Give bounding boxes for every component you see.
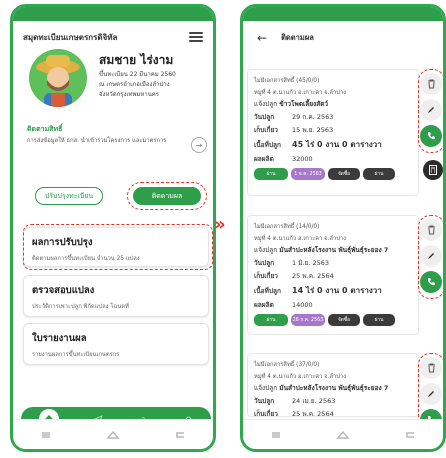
highlight-actions-2 <box>418 215 443 299</box>
purchase-chip: จัดซื้อ <box>328 314 360 326</box>
pass-chip: ผ่าน <box>363 168 395 180</box>
calculator-icon[interactable] <box>423 160 443 180</box>
area-row: เนื้อที่ปลูก 14 ไร่ 0 งาน 0 ตารางวา <box>254 286 382 295</box>
plant-date-row: วันปลูก 1 มิ.ย. 2563 <box>254 259 330 267</box>
status-chip: ผ่าน <box>254 168 288 180</box>
plot-crop-line: แจ้งปลูก ข้าวโพดเลี้ยงสัตว์ <box>254 100 329 108</box>
plot-doc: ไม่มีเอกสารสิทธิ์ (14/0/0) <box>254 224 320 230</box>
status-chips: ผ่าน 28 ก.ค. 2563 จัดซื้อ ผ่าน <box>254 314 412 326</box>
status-chip: ผ่าน <box>254 314 288 326</box>
card-title: ใบรายงานผล <box>32 333 87 344</box>
page-title: ติดตามผล <box>281 33 314 42</box>
card-check-plots[interactable]: ตรวจสอบแปลง ประวัติการเพาะปลูก พิกัดแปลง… <box>23 275 209 317</box>
app-header: สมุดทะเบียนเกษตรกรดิจิทัล <box>23 27 203 47</box>
right-phone-screen: ← ติดตามผล ไม่มีเอกสารสิทธิ์ (45/0/0) หม… <box>240 4 446 452</box>
plot-crop-line: แจ้งปลูก มันสำปะหลังโรงงาน พันธุ์พันธุ์ร… <box>254 384 389 392</box>
harvest-date-row: เก็บเกี่ยว 25 พ.ค. 2564 <box>254 410 334 417</box>
arrow-right-icon[interactable]: → <box>191 137 207 153</box>
status-bar <box>13 7 213 21</box>
recent-apps-icon[interactable] <box>267 428 285 442</box>
date-chip: 28 ก.ค. 2563 <box>291 314 325 326</box>
home-nav-icon[interactable] <box>104 428 122 442</box>
harvest-date-row: เก็บเกี่ยว 15 พ.ย. 2563 <box>254 126 334 134</box>
card-desc: ประวัติการเพาะปลูก พิกัดแปลง โฉนดที่ <box>32 304 129 310</box>
tracking-header: ← ติดตามผล <box>243 27 443 49</box>
system-nav-bar <box>243 419 443 449</box>
plot-address: หมู่ที่ 4 ต.นาแก้ว อ.เกาะคา จ.ลำปาง <box>254 90 346 96</box>
plot-doc: ไม่มีเอกสารสิทธิ์ (45/0/0) <box>254 78 320 84</box>
rights-tracking-title: ติดตามสิทธิ์ <box>27 125 63 133</box>
rights-tracking-desc: การส่งข้อมูลให้ ธกส. นำเข้าร่วมโครงการ แ… <box>27 138 167 144</box>
back-nav-icon[interactable] <box>171 428 189 442</box>
plant-date-row: วันปลูก 24 เม.ย. 2563 <box>254 397 336 405</box>
plot-address: หมู่ที่ 4 ต.นาแก้ว อ.เกาะคา จ.ลำปาง <box>254 374 346 380</box>
highlight-update-card <box>23 224 213 270</box>
plot-crop-line: แจ้งปลูก มันสำปะหลังโรงงาน พันธุ์พันธุ์ร… <box>254 246 389 254</box>
home-nav-icon[interactable] <box>334 428 352 442</box>
yield-row: ผลผลิต 32000 <box>254 155 313 163</box>
farmer-avatar <box>29 49 87 107</box>
app-title: สมุดทะเบียนเกษตรกรดิจิทัล <box>23 32 118 42</box>
area-row: เนื้อที่ปลูก 45 ไร่ 0 งาน 0 ตารางวา <box>254 140 382 149</box>
plot-doc: ไม่มีเอกสารสิทธิ์ (37/0/0) <box>254 362 320 368</box>
plot-card-3[interactable]: ไม่มีเอกสารสิทธิ์ (37/0/0) หมู่ที่ 4 ต.น… <box>247 353 419 417</box>
harvest-date-row: เก็บเกี่ยว 25 พ.ค. 2564 <box>254 272 334 280</box>
card-desc: รายงานผลการขึ้นทะเบียนเกษตรกร <box>32 352 120 358</box>
yield-row: ผลผลิต 14000 <box>254 301 313 309</box>
status-chips: ผ่าน 1 ธ.ค. 2563 จัดซื้อ ผ่าน <box>254 168 412 180</box>
card-report[interactable]: ใบรายงานผล รายงานผลการขึ้นทะเบียนเกษตรกร <box>23 323 209 365</box>
farm-province: จังหวัดกรุงเทพมหานคร <box>99 91 160 98</box>
date-chip: 1 ธ.ค. 2563 <box>291 168 325 180</box>
pass-chip: ผ่าน <box>363 314 395 326</box>
plot-card-2[interactable]: ไม่มีเอกสารสิทธิ์ (14/0/0) หมู่ที่ 4 ต.น… <box>247 215 419 335</box>
back-nav-icon[interactable] <box>401 428 419 442</box>
highlight-track-button <box>127 182 207 210</box>
plot-address: หมู่ที่ 4 ต.นาแก้ว อ.เกาะคา จ.ลำปาง <box>254 236 346 242</box>
plot-card-1[interactable]: ไม่มีเอกสารสิทธิ์ (45/0/0) หมู่ที่ 4 ต.น… <box>247 69 419 196</box>
profile-section: สมชาย ไร่งาม ขึ้นทะเบียน 22 มีนาคม 2560 … <box>23 49 213 115</box>
chevrons-right-icon: » <box>214 214 225 235</box>
plant-date-row: วันปลูก 29 ก.ค. 2563 <box>254 113 334 121</box>
status-bar <box>243 7 443 21</box>
farmer-name: สมชาย ไร่งาม <box>99 53 174 67</box>
left-phone-screen: สมุดทะเบียนเกษตรกรดิจิทัล สมชาย ไร่งาม ข… <box>10 4 216 452</box>
purchase-chip: จัดซื้อ <box>328 168 360 180</box>
recent-apps-icon[interactable] <box>37 428 55 442</box>
card-title: ตรวจสอบแปลง <box>32 285 95 296</box>
update-registration-button[interactable]: ปรับปรุงทะเบียน <box>35 187 103 205</box>
registration-date: ขึ้นทะเบียน 22 มีนาคม 2560 <box>99 71 176 78</box>
back-arrow-icon[interactable]: ← <box>257 31 267 45</box>
farm-office: ณ เกษตรอำเภอเมืองลำปาง <box>99 81 170 88</box>
highlight-actions-1 <box>418 69 443 153</box>
system-nav-bar <box>13 419 213 449</box>
hamburger-menu-icon[interactable] <box>189 32 203 42</box>
